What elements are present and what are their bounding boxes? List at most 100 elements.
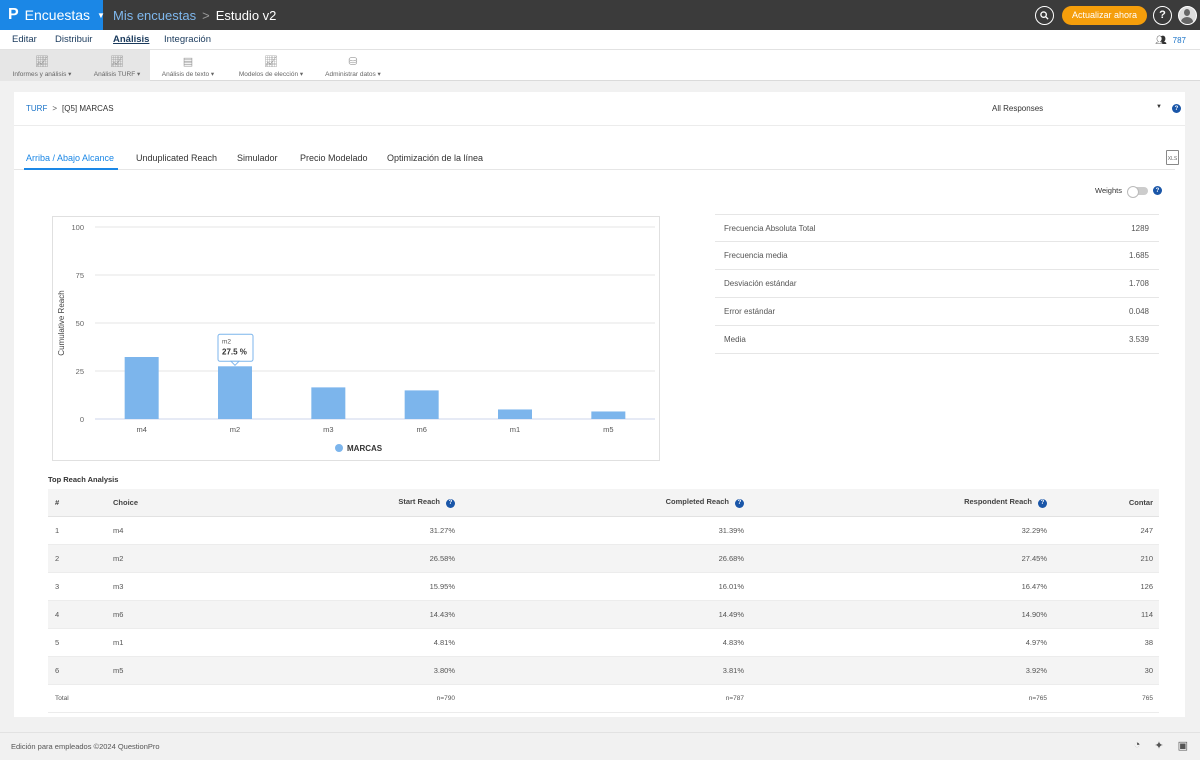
breadcrumb-current-survey[interactable]: Estudio v2 — [216, 8, 277, 23]
row-start-reach: 26.58% — [429, 554, 455, 563]
users-count: 787 — [1172, 36, 1186, 45]
stat-label: Error estándar — [724, 307, 776, 316]
chat-icon[interactable]: ▣ — [1178, 739, 1188, 752]
y-axis-label: Cumulative Reach — [57, 290, 66, 355]
active-tab-indicator — [24, 168, 118, 170]
line-chart-icon: 📈︎ — [35, 56, 49, 68]
tool-choice-models[interactable]: 📈︎ Modelos de elección ▾ — [232, 50, 310, 81]
total-start: n=790 — [436, 695, 455, 702]
caret-down-icon[interactable]: ▼ — [1156, 104, 1162, 110]
table-total-row: Total n=790 n=787 n=765 765 — [48, 685, 1159, 713]
nav-distribute[interactable]: Distribuir — [55, 34, 92, 45]
upgrade-button[interactable]: Actualizar ahora — [1061, 5, 1147, 25]
help-icon[interactable]: ? — [446, 498, 455, 508]
breadcrumb-turf[interactable]: TURF — [26, 104, 47, 113]
help-icon[interactable]: ? — [1172, 104, 1181, 113]
help-icon[interactable]: ? — [1038, 498, 1047, 508]
tooltip-value: 27.5 % — [222, 347, 247, 356]
tab-unduplicated-reach[interactable]: Unduplicated Reach — [136, 153, 217, 163]
tool-label: Análisis de texto — [161, 71, 210, 78]
total-respondent: n=765 — [1028, 695, 1047, 702]
row-respondent-reach: 4.97% — [1025, 638, 1047, 647]
total-label: Total — [55, 695, 69, 702]
header-count: Contar — [1128, 498, 1153, 507]
breadcrumb-my-surveys[interactable]: Mis encuestas — [113, 8, 196, 23]
row-start-reach: 15.95% — [429, 582, 455, 591]
y-tick-label: 100 — [71, 223, 84, 232]
row-count: 38 — [1144, 638, 1153, 647]
tool-reports[interactable]: 📈︎ Informes y análisis ▾ — [0, 50, 84, 81]
reach-bar-chart: 0 25 50 75 100 Cumulative Reach m4 m2 m2 27.5 % m3… — [57, 223, 655, 453]
responses-filter-select[interactable]: All Responses — [992, 104, 1043, 113]
y-tick-label: 25 — [76, 367, 84, 376]
row-count: 30 — [1144, 666, 1153, 675]
y-tick-label: 0 — [80, 415, 84, 424]
analysis-toolbar: 📈︎ Informes y análisis ▾ 📈︎ Análisis TUR… — [0, 50, 1200, 81]
row-number: 1 — [55, 526, 60, 535]
tool-text-analysis[interactable]: ▤ Análisis de texto ▾ — [156, 50, 220, 81]
tab-top-bottom-reach[interactable]: Arriba / Abajo Alcance — [26, 153, 114, 163]
row-start-reach: 14.43% — [429, 610, 455, 619]
users-indicator[interactable]: 👥︎ 787 — [1155, 35, 1186, 46]
caret-down-icon: ▼ — [97, 10, 105, 20]
row-number: 6 — [55, 666, 60, 675]
tool-manage-data[interactable]: ⛁ Administrar datos ▾ — [318, 50, 388, 81]
row-respondent-reach: 14.90% — [1021, 610, 1047, 619]
stat-label: Frecuencia Absoluta Total — [724, 223, 816, 233]
document-icon: ▤ — [182, 56, 194, 68]
table-row: 6 m5 3.80% 3.81% 3.92% 30 — [48, 657, 1159, 685]
stat-row: Desviación estándar 1.708 — [715, 270, 1159, 298]
sparkle-icon[interactable]: ✦ — [1154, 739, 1163, 752]
row-completed-reach: 4.83% — [722, 638, 744, 647]
row-completed-reach: 26.68% — [718, 554, 744, 563]
table-row: 3 m3 15.95% 16.01% 16.47% 126 — [48, 573, 1159, 601]
product-switcher[interactable]: P Encuestas ▼ — [0, 0, 105, 30]
database-icon: ⛁ — [348, 56, 358, 68]
x-tick-label: m6 — [416, 425, 426, 434]
row-choice: m1 — [113, 638, 124, 647]
row-choice: m5 — [113, 666, 124, 675]
speedometer-icon[interactable]: ◔ — [1134, 739, 1141, 752]
top-bar: P Encuestas ▼ Mis encuestas > Estudio v2… — [0, 0, 1200, 30]
tab-simulator[interactable]: Simulador — [237, 153, 278, 163]
user-avatar[interactable] — [1178, 5, 1197, 25]
nav-edit[interactable]: Editar — [12, 34, 37, 45]
help-button[interactable]: ? — [1153, 5, 1172, 25]
stat-label: Media — [724, 335, 746, 344]
row-start-reach: 31.27% — [429, 526, 455, 535]
reach-chart: 0 25 50 75 100 Cumulative Reach m4 m2 m2 27.5 % m3… — [52, 216, 660, 461]
search-button[interactable] — [1034, 5, 1054, 25]
nav-integration[interactable]: Integración — [164, 34, 211, 45]
help-icon[interactable]: ? — [735, 498, 744, 508]
breadcrumb-separator: > — [202, 7, 210, 23]
row-count: 114 — [1141, 610, 1153, 619]
weights-toggle[interactable] — [1126, 185, 1148, 198]
header-label: Respondent Reach — [964, 497, 1032, 507]
row-choice: m4 — [113, 526, 124, 535]
weights-label: Weights — [1095, 186, 1122, 195]
breadcrumb-separator: > — [52, 104, 57, 113]
panel-header: TURF > [Q5] MARCAS All Responses ▼ ? — [14, 92, 1185, 126]
footer: Edición para empleados ©2024 QuestionPro… — [0, 732, 1200, 760]
tool-label: Informes y análisis — [12, 71, 67, 78]
legend-label: MARCAS — [347, 444, 383, 453]
nav-analysis[interactable]: Análisis — [113, 34, 149, 45]
tab-price-modeling[interactable]: Precio Modelado — [300, 153, 368, 163]
copyright: Edición para empleados ©2024 QuestionPro — [11, 742, 160, 751]
row-choice: m6 — [113, 610, 124, 619]
table-row: 4 m6 14.43% 14.49% 14.90% 114 — [48, 601, 1159, 629]
export-xls-button[interactable]: XLS — [1166, 150, 1179, 165]
x-tick-label: m2 — [230, 425, 240, 434]
header-label: Completed Reach — [665, 497, 729, 507]
stat-row: Frecuencia media 1.685 — [715, 242, 1159, 270]
tab-line-optimization[interactable]: Optimización de la línea — [387, 153, 483, 163]
y-tick-label: 75 — [76, 271, 84, 280]
turf-tabs: Arriba / Abajo Alcance Unduplicated Reac… — [14, 148, 1175, 170]
y-tick-label: 50 — [76, 319, 84, 328]
tooltip-category: m2 — [222, 338, 231, 345]
help-icon[interactable]: ? — [1152, 186, 1162, 195]
tool-label: Modelos de elección — [238, 71, 299, 78]
tool-turf[interactable]: 📈︎ Análisis TURF ▾ — [84, 50, 150, 81]
stat-value: 1.685 — [1128, 251, 1149, 260]
stat-value: 1289 — [1131, 223, 1149, 233]
